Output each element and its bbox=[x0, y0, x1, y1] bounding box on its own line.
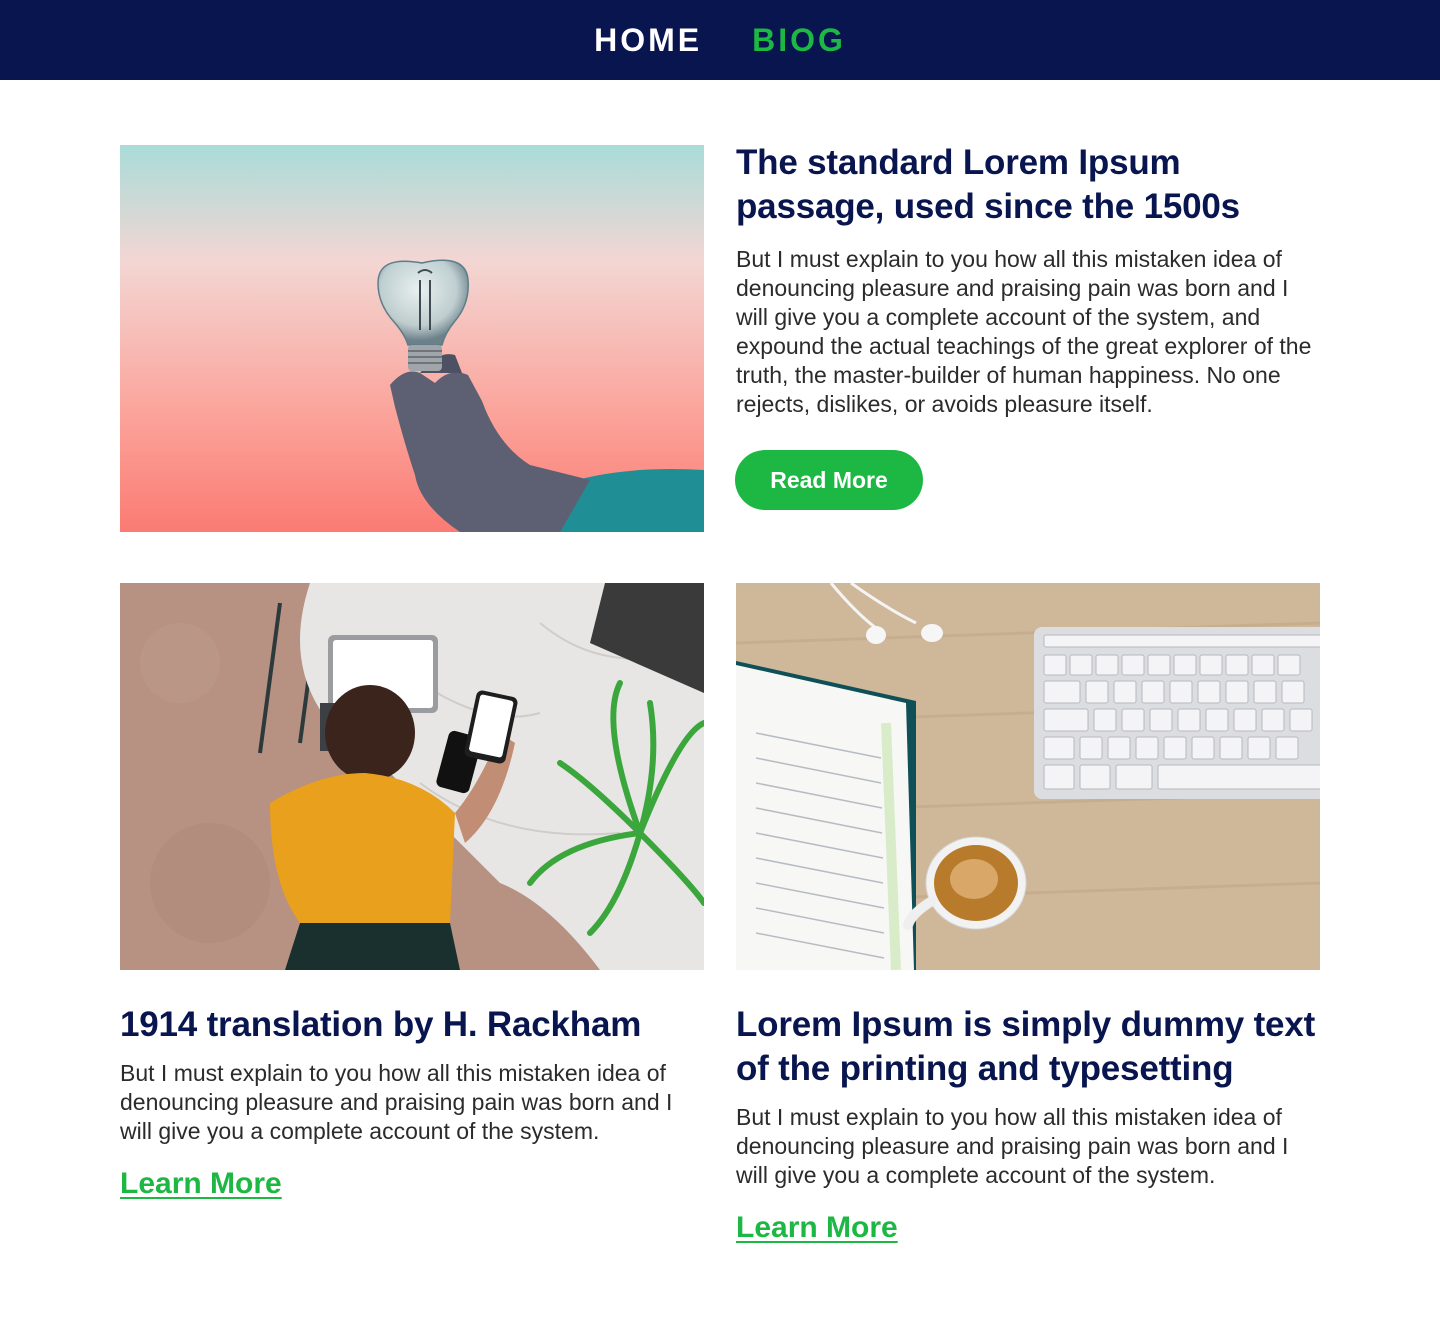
learn-more-link[interactable]: Learn More bbox=[120, 1166, 282, 1202]
nav-blog-link[interactable]: BIOG bbox=[752, 24, 846, 56]
post-title: 1914 translation by H. Rackham bbox=[120, 1005, 642, 1044]
post-image-woman-at-desk bbox=[120, 583, 704, 970]
read-more-button[interactable]: Read More bbox=[735, 450, 923, 510]
post-excerpt: But I must explain to you how all this m… bbox=[736, 1104, 1289, 1188]
featured-post-excerpt: But I must explain to you how all this m… bbox=[736, 246, 1312, 417]
post-excerpt: But I must explain to you how all this m… bbox=[120, 1060, 673, 1144]
featured-post-title: The standard Lorem Ipsum passage, used s… bbox=[736, 143, 1240, 226]
featured-image-lightbulb bbox=[120, 145, 704, 532]
top-navbar: HOME BIOG bbox=[0, 0, 1440, 80]
post-title: Lorem Ipsum is simply dummy text of the … bbox=[736, 1005, 1316, 1088]
nav-home-link[interactable]: HOME bbox=[594, 24, 702, 56]
learn-more-link[interactable]: Learn More bbox=[736, 1210, 898, 1246]
post-image-keyboard-coffee bbox=[736, 583, 1320, 970]
